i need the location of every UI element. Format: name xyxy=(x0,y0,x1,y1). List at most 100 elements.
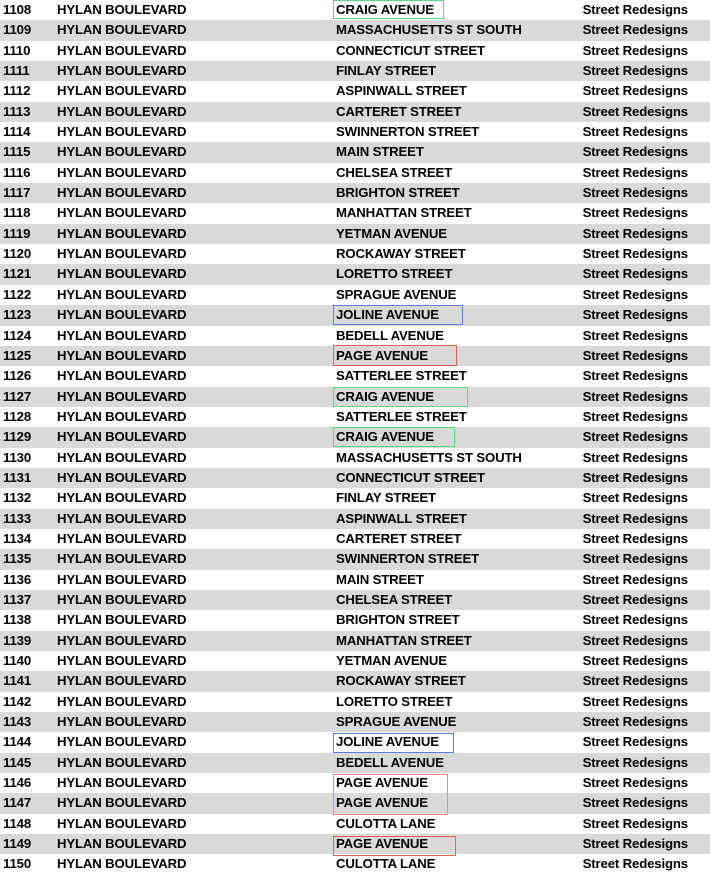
cell-category[interactable]: Street Redesigns xyxy=(480,41,688,61)
cell-category[interactable]: Street Redesigns xyxy=(480,183,688,203)
cell-category[interactable]: Street Redesigns xyxy=(480,488,688,508)
table-row[interactable]: 1133 HYLAN BOULEVARD ASPINWALL STREET Stree… xyxy=(0,508,710,529)
table-row[interactable]: 1124 HYLAN BOULEVARD BEDELL AVENUE Street R… xyxy=(0,325,710,346)
cell-id[interactable]: 1108 xyxy=(3,0,55,20)
cell-id[interactable]: 1112 xyxy=(3,81,55,101)
cell-id[interactable]: 1145 xyxy=(3,753,55,773)
cell-main-street[interactable]: HYLAN BOULEVARD xyxy=(57,61,327,81)
cell-main-street[interactable]: HYLAN BOULEVARD xyxy=(57,712,327,732)
cell-main-street[interactable]: HYLAN BOULEVARD xyxy=(57,244,327,264)
table-row[interactable]: 1121 HYLAN BOULEVARD LORETTO STREET Street … xyxy=(0,264,710,285)
cell-main-street[interactable]: HYLAN BOULEVARD xyxy=(57,41,327,61)
cell-main-street[interactable]: HYLAN BOULEVARD xyxy=(57,305,327,325)
table-row[interactable]: 1117 HYLAN BOULEVARD BRIGHTON STREET Street… xyxy=(0,183,710,204)
cell-id[interactable]: 1147 xyxy=(3,793,55,813)
table-row[interactable]: 1126 HYLAN BOULEVARD SATTERLEE STREET Stree… xyxy=(0,366,710,387)
table-row[interactable]: 1147 HYLAN BOULEVARD PAGE AVENUE Street Red… xyxy=(0,793,710,814)
table-row[interactable]: 1110 HYLAN BOULEVARD CONNECTICUT STREET Str… xyxy=(0,40,710,62)
cell-id[interactable]: 1125 xyxy=(3,346,55,366)
table-row[interactable]: 1112 HYLAN BOULEVARD ASPINWALL STREET Stree… xyxy=(0,81,710,102)
cell-main-street[interactable]: HYLAN BOULEVARD xyxy=(57,203,327,223)
cell-id[interactable]: 1140 xyxy=(3,651,55,671)
cell-main-street[interactable]: HYLAN BOULEVARD xyxy=(57,81,327,101)
table-row[interactable]: 1138 HYLAN BOULEVARD BRIGHTON STREET Street… xyxy=(0,610,710,631)
cell-id[interactable]: 1148 xyxy=(3,814,55,834)
cell-main-street[interactable]: HYLAN BOULEVARD xyxy=(57,468,327,488)
cell-category[interactable]: Street Redesigns xyxy=(480,346,688,366)
table-row[interactable]: 1140 HYLAN BOULEVARD YETMAN AVENUE Street R… xyxy=(0,651,710,672)
cell-id[interactable]: 1134 xyxy=(3,529,55,549)
cell-category[interactable]: Street Redesigns xyxy=(480,20,688,40)
cell-main-street[interactable]: HYLAN BOULEVARD xyxy=(57,224,327,244)
cell-id[interactable]: 1114 xyxy=(3,122,55,142)
cell-category[interactable]: Street Redesigns xyxy=(480,529,688,549)
cell-id[interactable]: 1110 xyxy=(3,41,55,61)
cell-category[interactable]: Street Redesigns xyxy=(480,610,688,630)
table-row[interactable]: 1125 HYLAN BOULEVARD PAGE AVENUE Street Red… xyxy=(0,345,710,367)
table-row[interactable]: 1114 HYLAN BOULEVARD SWINNERTON STREET Stre… xyxy=(0,122,710,143)
cell-id[interactable]: 1144 xyxy=(3,732,55,752)
cell-main-street[interactable]: HYLAN BOULEVARD xyxy=(57,590,327,610)
table-row[interactable]: 1145 HYLAN BOULEVARD BEDELL AVENUE Street R… xyxy=(0,752,710,774)
cell-id[interactable]: 1141 xyxy=(3,671,55,691)
cell-category[interactable]: Street Redesigns xyxy=(480,61,688,81)
cell-id[interactable]: 1133 xyxy=(3,509,55,529)
cell-category[interactable]: Street Redesigns xyxy=(480,590,688,610)
cell-category[interactable]: Street Redesigns xyxy=(480,81,688,101)
cell-main-street[interactable]: HYLAN BOULEVARD xyxy=(57,326,327,346)
cell-main-street[interactable]: HYLAN BOULEVARD xyxy=(57,0,327,20)
cell-id[interactable]: 1127 xyxy=(3,387,55,407)
cell-main-street[interactable]: HYLAN BOULEVARD xyxy=(57,102,327,122)
cell-category[interactable]: Street Redesigns xyxy=(480,285,688,305)
table-row[interactable]: 1144 HYLAN BOULEVARD JOLINE AVENUE Street R… xyxy=(0,732,710,753)
cell-main-street[interactable]: HYLAN BOULEVARD xyxy=(57,610,327,630)
table-row[interactable]: 1149 HYLAN BOULEVARD PAGE AVENUE Street Red… xyxy=(0,834,710,855)
cell-id[interactable]: 1116 xyxy=(3,163,55,183)
cell-category[interactable]: Street Redesigns xyxy=(480,427,688,447)
cell-id[interactable]: 1150 xyxy=(3,854,55,874)
table-row[interactable]: 1111 HYLAN BOULEVARD FINLAY STREET Street R… xyxy=(0,61,710,82)
cell-category[interactable]: Street Redesigns xyxy=(480,366,688,386)
table-row[interactable]: 1130 HYLAN BOULEVARD MASSACHUSETTS ST SOUT… xyxy=(0,447,710,468)
cell-category[interactable]: Street Redesigns xyxy=(480,671,688,691)
cell-category[interactable]: Street Redesigns xyxy=(480,814,688,834)
table-row[interactable]: 1131 HYLAN BOULEVARD CONNECTICUT STREET Str… xyxy=(0,467,710,489)
cell-main-street[interactable]: HYLAN BOULEVARD xyxy=(57,753,327,773)
cell-category[interactable]: Street Redesigns xyxy=(480,122,688,142)
cell-id[interactable]: 1149 xyxy=(3,834,55,854)
cell-main-street[interactable]: HYLAN BOULEVARD xyxy=(57,814,327,834)
cell-main-street[interactable]: HYLAN BOULEVARD xyxy=(57,570,327,590)
cell-main-street[interactable]: HYLAN BOULEVARD xyxy=(57,732,327,752)
cell-main-street[interactable]: HYLAN BOULEVARD xyxy=(57,692,327,712)
cell-id[interactable]: 1123 xyxy=(3,305,55,325)
table-row[interactable]: 1128 HYLAN BOULEVARD SATTERLEE STREET Stree… xyxy=(0,406,710,428)
cell-main-street[interactable]: HYLAN BOULEVARD xyxy=(57,387,327,407)
cell-main-street[interactable]: HYLAN BOULEVARD xyxy=(57,427,327,447)
cell-id[interactable]: 1113 xyxy=(3,102,55,122)
cell-id[interactable]: 1111 xyxy=(3,61,55,81)
cell-category[interactable]: Street Redesigns xyxy=(480,264,688,284)
cell-category[interactable]: Street Redesigns xyxy=(480,326,688,346)
cell-id[interactable]: 1130 xyxy=(3,448,55,468)
cell-id[interactable]: 1142 xyxy=(3,692,55,712)
table-row[interactable]: 1113 HYLAN BOULEVARD CARTERET STREET Street… xyxy=(0,101,710,123)
cell-id[interactable]: 1135 xyxy=(3,549,55,569)
cell-id[interactable]: 1136 xyxy=(3,570,55,590)
table-row[interactable]: 1142 HYLAN BOULEVARD LORETTO STREET Street … xyxy=(0,691,710,713)
cell-category[interactable]: Street Redesigns xyxy=(480,203,688,223)
table-row[interactable]: 1118 HYLAN BOULEVARD MANHATTAN STREET Stree… xyxy=(0,203,710,224)
cell-category[interactable]: Street Redesigns xyxy=(480,631,688,651)
table-row[interactable]: 1143 HYLAN BOULEVARD SPRAGUE AVENUE Street … xyxy=(0,712,710,733)
cell-id[interactable]: 1132 xyxy=(3,488,55,508)
cell-category[interactable]: Street Redesigns xyxy=(480,407,688,427)
cell-id[interactable]: 1128 xyxy=(3,407,55,427)
cell-id[interactable]: 1122 xyxy=(3,285,55,305)
cell-category[interactable]: Street Redesigns xyxy=(480,387,688,407)
cell-main-street[interactable]: HYLAN BOULEVARD xyxy=(57,163,327,183)
cell-category[interactable]: Street Redesigns xyxy=(480,834,688,854)
table-row[interactable]: 1139 HYLAN BOULEVARD MANHATTAN STREET Stree… xyxy=(0,630,710,651)
cell-category[interactable]: Street Redesigns xyxy=(480,570,688,590)
table-row[interactable]: 1116 HYLAN BOULEVARD CHELSEA STREET Street … xyxy=(0,162,710,184)
table-row[interactable]: 1137 HYLAN BOULEVARD CHELSEA STREET Street … xyxy=(0,589,710,611)
cell-main-street[interactable]: HYLAN BOULEVARD xyxy=(57,285,327,305)
